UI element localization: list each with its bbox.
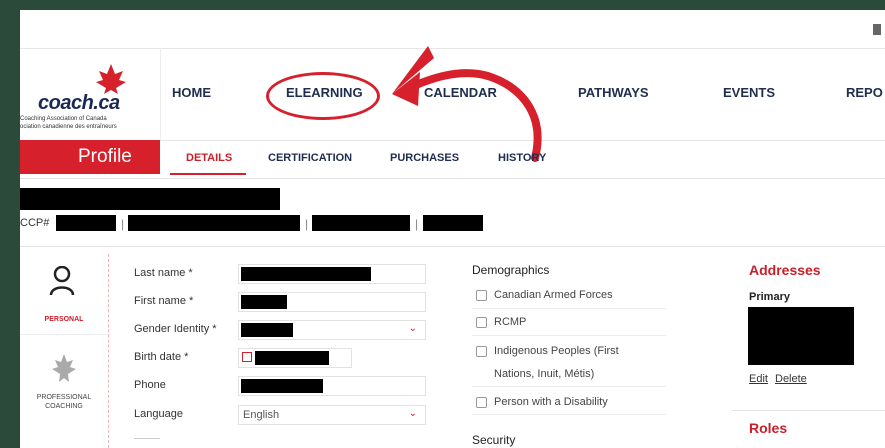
window-control-icon[interactable] (873, 24, 881, 35)
primary-address-label: Primary (749, 291, 790, 303)
phone-label: Phone (134, 379, 166, 391)
nav-pathways[interactable]: PATHWAYS (578, 85, 649, 100)
logo-wordmark: coach.ca (38, 92, 120, 114)
sub-nav: Profile DETAILS CERTIFICATION PURCHASES … (20, 140, 885, 179)
checkbox-disability[interactable] (476, 397, 487, 408)
birth-date-label: Birth date * (134, 351, 189, 363)
chevron-down-icon: ⌄ (408, 408, 417, 419)
nav-events[interactable]: EVENTS (723, 85, 775, 100)
checkbox-indigenous[interactable] (476, 346, 487, 357)
main-nav: coach.ca Coaching Association of Canada … (20, 48, 885, 141)
edit-address-link[interactable]: Edit (749, 373, 768, 385)
tab-certification[interactable]: CERTIFICATION (268, 152, 352, 164)
annotation-circle (266, 72, 380, 120)
logo-tagline-fr: ociation canadienne des entraîneurs (20, 124, 117, 130)
redacted-last-name (241, 267, 371, 281)
first-name-field[interactable] (238, 292, 426, 312)
addresses-title: Addresses (749, 262, 821, 278)
divider (20, 246, 885, 247)
separator: | (121, 217, 125, 231)
sidebar-label-coaching: COACHING (45, 403, 83, 410)
language-select[interactable]: English ⌄ (238, 405, 426, 425)
checkbox-label-indigenous: Indigenous Peoples (First (494, 345, 619, 357)
checkbox-label-rcmp: RCMP (494, 316, 527, 328)
phone-field[interactable] (238, 376, 426, 396)
redacted-field-3 (423, 215, 483, 231)
nav-reports[interactable]: REPO (846, 85, 883, 100)
gender-identity-label: Gender Identity * (134, 323, 217, 335)
last-name-field[interactable] (238, 264, 426, 284)
delete-address-link[interactable]: Delete (775, 373, 807, 385)
sidebar-label-professional: PROFESSIONAL (36, 394, 92, 401)
redacted-address (748, 307, 854, 365)
redacted-phone (241, 379, 323, 393)
divider (472, 414, 666, 415)
sidebar-item-professional-coaching[interactable]: PROFESSIONAL COACHING (20, 338, 108, 438)
language-value: English (243, 409, 280, 421)
separator: | (415, 217, 419, 231)
redacted-first-name (241, 295, 287, 309)
chevron-down-icon: ⌄ (408, 323, 417, 334)
maple-leaf-icon (52, 354, 76, 382)
sidebar-item-personal[interactable]: PERSONAL (20, 254, 108, 335)
logo-tagline-en: Coaching Association of Canada (20, 116, 107, 122)
redacted-ccp-number (56, 215, 116, 231)
first-name-label: First name * (134, 295, 194, 307)
checkbox-label-armed-forces: Canadian Armed Forces (494, 289, 613, 301)
redacted-field-1 (128, 215, 300, 231)
person-icon (49, 266, 75, 296)
checkbox-label-disability: Person with a Disability (494, 396, 608, 408)
redacted-birth-date (255, 351, 329, 365)
calendar-icon[interactable] (242, 352, 252, 362)
nav-calendar[interactable]: CALENDAR (424, 85, 497, 100)
profile-sidebar: PERSONAL PROFESSIONAL COACHING (20, 254, 109, 448)
divider (472, 308, 666, 309)
top-bar (20, 10, 885, 49)
redacted-gender (241, 323, 293, 337)
maple-leaf-icon (96, 64, 126, 94)
divider (472, 335, 666, 336)
nav-home[interactable]: HOME (172, 85, 211, 100)
active-tab-indicator (170, 173, 246, 175)
checkbox-armed-forces[interactable] (476, 290, 487, 301)
security-title: Security (472, 433, 516, 447)
profile-tab[interactable]: Profile (20, 140, 160, 174)
divider (732, 410, 885, 411)
divider (472, 386, 666, 387)
coach-logo[interactable]: coach.ca Coaching Association of Canada … (20, 48, 161, 140)
ccp-prefix: CCP# (20, 217, 50, 229)
birth-date-field[interactable] (238, 348, 352, 368)
tab-purchases[interactable]: PURCHASES (390, 152, 459, 164)
redacted-field-2 (312, 215, 410, 231)
separator: | (305, 217, 309, 231)
last-name-label: Last name * (134, 267, 193, 279)
language-label: Language (134, 408, 183, 420)
roles-title: Roles (749, 420, 788, 436)
tab-history[interactable]: HISTORY (498, 152, 546, 164)
app-window: coach.ca Coaching Association of Canada … (20, 10, 885, 448)
redacted-name (20, 188, 280, 210)
gender-identity-select[interactable]: ⌄ (238, 320, 426, 340)
sidebar-label-personal: PERSONAL (44, 316, 84, 323)
checkbox-rcmp[interactable] (476, 317, 487, 328)
tab-details[interactable]: DETAILS (186, 152, 232, 164)
checkbox-label-indigenous-cont: Nations, Inuit, Métis) (494, 368, 595, 380)
profile-tab-label: Profile (78, 146, 132, 167)
demographics-title: Demographics (472, 263, 550, 277)
divider (134, 438, 160, 439)
